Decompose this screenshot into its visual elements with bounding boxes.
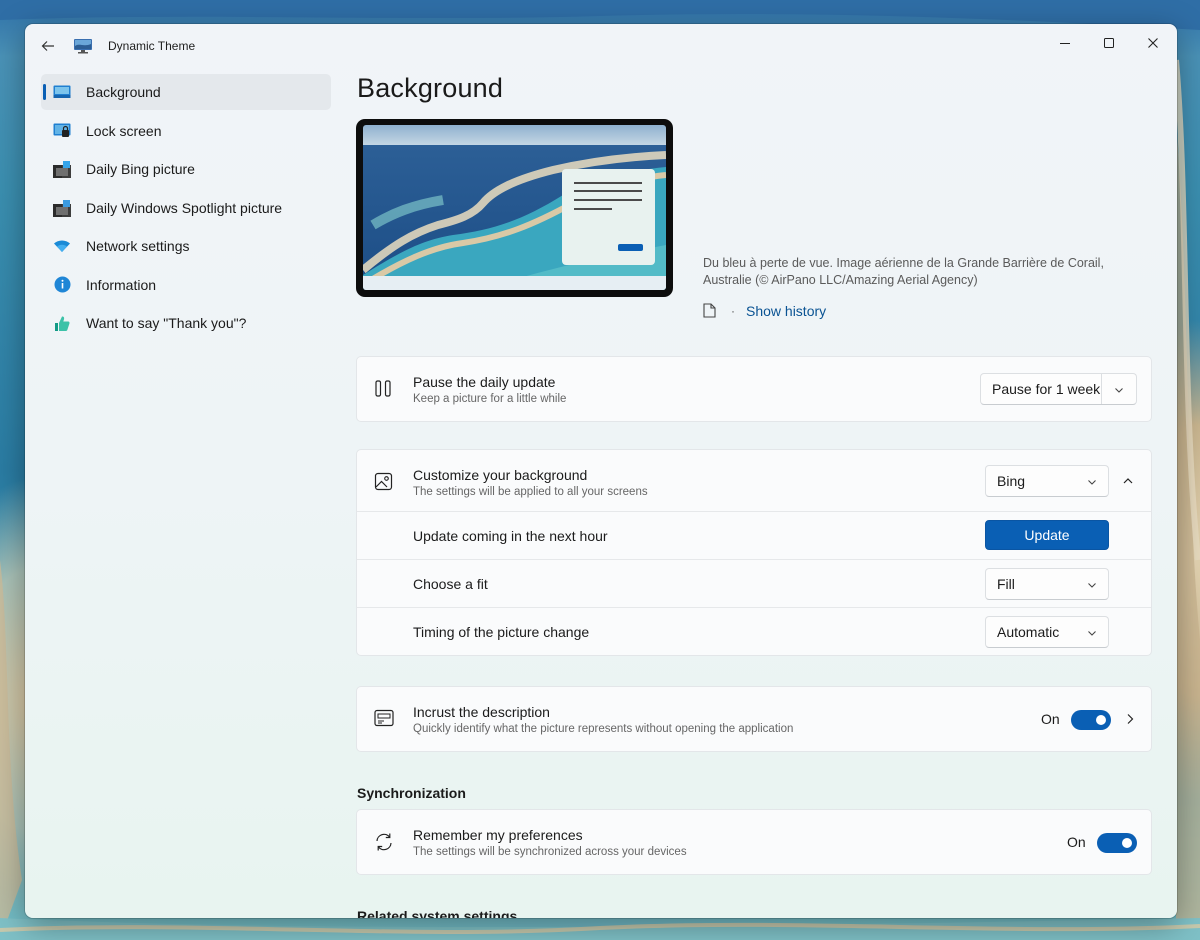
chevron-up-icon[interactable]: [1121, 474, 1135, 488]
picture-description: Du bleu à perte de vue. Image aérienne d…: [703, 256, 1104, 287]
preview-text-line: [574, 182, 642, 184]
timing-value: Automatic: [997, 624, 1060, 640]
info-icon: [53, 276, 71, 294]
sidebar-item-thank-you[interactable]: Want to say "Thank you"?: [41, 305, 331, 341]
preview-screen: [363, 125, 666, 290]
synchronization-heading: Synchronization: [357, 785, 466, 801]
customize-subtitle: The settings will be applied to all your…: [413, 486, 648, 498]
chevron-down-icon: [1086, 475, 1098, 487]
related-settings-heading: Related system settings: [357, 908, 518, 918]
back-arrow-icon[interactable]: [37, 35, 59, 57]
incrust-state-label: On: [1041, 711, 1060, 727]
pause-duration-dropdown[interactable]: Pause for 1 week: [980, 373, 1137, 405]
preview-description-card: [562, 169, 655, 265]
fit-row: Choose a fit Fill: [357, 559, 1151, 607]
update-button[interactable]: Update: [985, 520, 1109, 550]
customize-background-card: Customize your background The settings w…: [356, 449, 1152, 656]
customize-title: Customize your background: [413, 467, 588, 483]
source-value: Bing: [997, 473, 1026, 489]
sidebar-item-label: Information: [86, 276, 157, 293]
document-icon[interactable]: [703, 303, 717, 319]
preview-text-line: [574, 199, 642, 201]
sidebar-item-label: Network settings: [86, 238, 190, 254]
wifi-icon: [53, 237, 71, 255]
sidebar-item-label: Daily Bing picture: [86, 161, 195, 177]
chevron-down-icon: [1086, 578, 1098, 590]
sidebar-item-daily-bing[interactable]: Daily Bing picture: [41, 151, 331, 187]
pause-subtitle: Keep a picture for a little while: [413, 393, 567, 405]
bing-picture-icon: [53, 160, 71, 178]
sidebar-item-lock-screen[interactable]: Lock screen: [41, 113, 331, 149]
pause-duration-value: Pause for 1 week: [992, 381, 1101, 397]
preview-text-line: [574, 190, 642, 192]
sidebar-nav: Background Lock screen Daily Bing pictur…: [41, 74, 331, 344]
preview-text-line: [574, 208, 612, 210]
toggle-knob: [1122, 838, 1132, 848]
sync-icon: [374, 832, 394, 852]
thumbs-up-icon: [53, 314, 71, 332]
timing-label: Timing of the picture change: [413, 624, 590, 640]
chevron-down-icon: [1086, 626, 1098, 638]
sidebar-item-label: Lock screen: [86, 122, 162, 139]
lock-screen-icon: [53, 122, 71, 140]
app-window: Dynamic Theme Background Lock screen Dai…: [25, 24, 1177, 918]
description-card-icon: [374, 709, 394, 729]
sync-state-label: On: [1067, 834, 1086, 850]
close-button[interactable]: [1131, 28, 1175, 58]
sync-subtitle: The settings will be synchronized across…: [413, 846, 687, 858]
preview-taskbar: [363, 276, 666, 290]
fit-dropdown[interactable]: Fill: [985, 568, 1109, 600]
maximize-button[interactable]: [1087, 28, 1131, 58]
background-icon: [53, 83, 71, 101]
minimize-button[interactable]: [1043, 28, 1087, 58]
update-status-text: Update coming in the next hour: [413, 528, 608, 544]
timing-dropdown[interactable]: Automatic: [985, 616, 1109, 648]
dropdown-divider: [1101, 374, 1102, 404]
sync-title: Remember my preferences: [413, 827, 583, 843]
chevron-right-icon[interactable]: [1124, 712, 1136, 726]
history-row: · Show history: [703, 303, 826, 319]
incrust-subtitle: Quickly identify what the picture repres…: [413, 723, 794, 735]
incrust-toggle[interactable]: [1071, 710, 1111, 730]
show-history-link[interactable]: Show history: [746, 303, 826, 319]
sidebar-item-network-settings[interactable]: Network settings: [41, 228, 331, 264]
toggle-knob: [1096, 715, 1106, 725]
sidebar-item-label: Daily Windows Spotlight picture: [86, 199, 283, 216]
chevron-down-icon[interactable]: [1113, 383, 1125, 395]
pause-icon: [374, 379, 394, 399]
selection-indicator: [43, 84, 46, 100]
image-icon: [374, 472, 394, 492]
source-dropdown[interactable]: Bing: [985, 465, 1109, 497]
sync-toggle[interactable]: [1097, 833, 1137, 853]
main-content: Background Du bleu à perte de vue. Image…: [356, 70, 1152, 918]
update-row: Update coming in the next hour Update: [357, 511, 1151, 559]
monitor-app-icon: [73, 38, 93, 54]
incrust-description-card[interactable]: Incrust the description Quickly identify…: [356, 686, 1152, 752]
window-title: Dynamic Theme: [108, 39, 196, 53]
sidebar-item-daily-spotlight[interactable]: Daily Windows Spotlight picture: [41, 190, 331, 226]
sync-preferences-card: Remember my preferences The settings wil…: [356, 809, 1152, 875]
fit-label: Choose a fit: [413, 576, 488, 592]
sidebar-item-information[interactable]: Information: [41, 267, 331, 303]
separator-dot: ·: [731, 304, 735, 318]
pause-title: Pause the daily update: [413, 374, 556, 390]
wallpaper-preview: [356, 119, 673, 297]
sidebar-item-background[interactable]: Background: [41, 74, 331, 110]
incrust-title: Incrust the description: [413, 704, 550, 720]
title-bar: Dynamic Theme: [25, 24, 1177, 70]
spotlight-picture-icon: [53, 199, 71, 217]
sidebar-item-label: Background: [86, 84, 161, 100]
pause-update-card: Pause the daily update Keep a picture fo…: [356, 356, 1152, 422]
sidebar-item-label: Want to say "Thank you"?: [86, 315, 247, 331]
timing-row: Timing of the picture change Automatic: [357, 607, 1151, 655]
page-title: Background: [357, 73, 504, 103]
fit-value: Fill: [997, 576, 1015, 592]
preview-button: [618, 244, 643, 251]
